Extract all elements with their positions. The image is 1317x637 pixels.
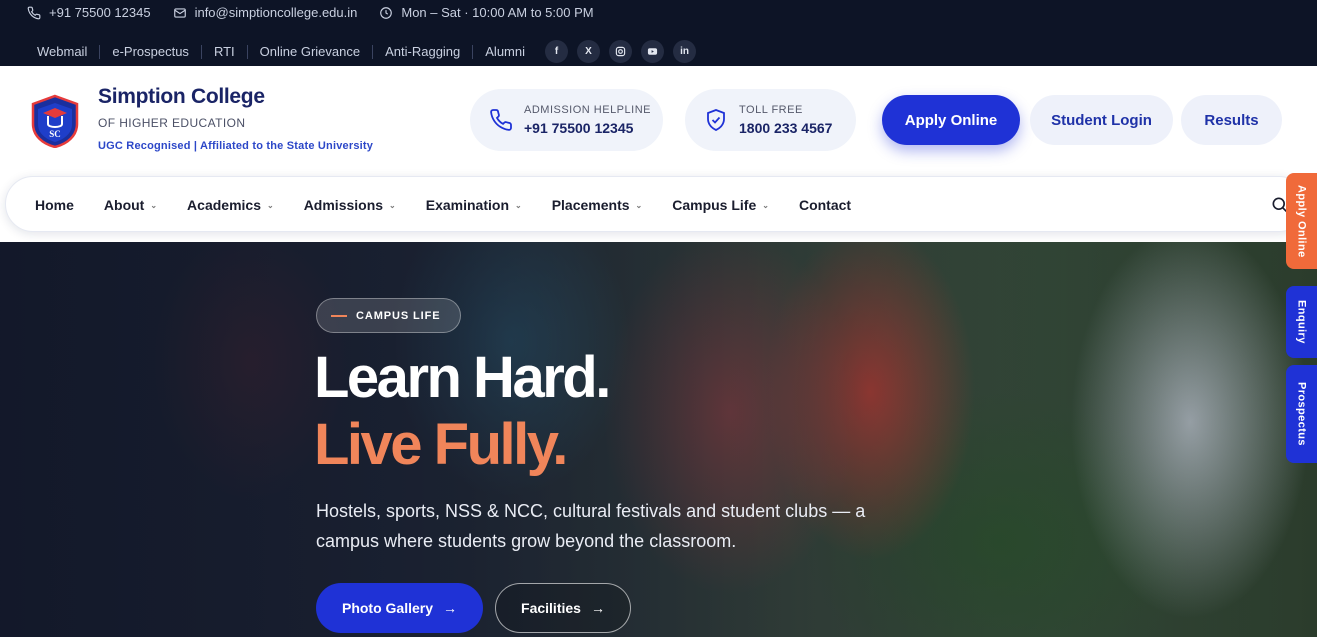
chevron-down-icon: ⌄ — [635, 200, 643, 210]
nav-campus-life-label: Campus Life — [672, 197, 757, 213]
link-rti[interactable]: RTI — [202, 44, 248, 59]
college-name[interactable]: Simption College — [98, 85, 265, 109]
link-e-prospectus[interactable]: e-Prospectus — [100, 44, 202, 59]
clock-icon — [380, 6, 393, 19]
nav-academics-label: Academics — [187, 197, 261, 213]
topbar-phone-text: +91 75500 12345 — [49, 5, 151, 20]
nav-examination[interactable]: Examination ⌄ — [426, 197, 522, 213]
student-login-button[interactable]: Student Login — [1030, 95, 1173, 145]
phone-icon — [484, 108, 518, 132]
hero-headline-accent: Live Fully. — [314, 412, 568, 477]
chevron-down-icon: ⌄ — [150, 200, 158, 210]
toll-free[interactable]: TOLL FREE 1800 233 4567 — [685, 89, 856, 151]
logo-letters: SC — [49, 129, 61, 139]
photo-gallery-button[interactable]: Photo Gallery → — [316, 583, 483, 633]
hero-badge-text: CAMPUS LIFE — [356, 309, 441, 322]
nav-placements[interactable]: Placements ⌄ — [552, 197, 643, 213]
side-tab-enquiry[interactable]: Enquiry — [1286, 286, 1317, 358]
linkedin-icon[interactable]: in — [673, 40, 697, 63]
chevron-down-icon: ⌄ — [762, 200, 769, 210]
nav-placements-label: Placements — [551, 197, 630, 213]
link-alumni[interactable]: Alumni — [473, 44, 537, 59]
site-header: SC Simption College OF HIGHER EDUCATION … — [0, 66, 1317, 176]
side-tab-apply-label: Apply Online — [1295, 184, 1308, 258]
nav-about-label: About — [103, 197, 145, 213]
helpline-label: ADMISSION HELPLINE — [524, 104, 651, 116]
topbar-email-text: info@simptioncollege.edu.in — [194, 5, 358, 20]
link-anti-ragging[interactable]: Anti-Ragging — [373, 44, 474, 59]
hero-badge: CAMPUS LIFE — [316, 298, 461, 333]
mail-icon — [173, 7, 186, 18]
hero-description: Hostels, sports, NSS & NCC, cultural fes… — [316, 501, 866, 551]
facebook-icon[interactable]: f — [545, 40, 569, 63]
shield-icon — [699, 108, 733, 132]
facilities-button[interactable]: Facilities → — [495, 583, 631, 633]
side-tab-apply-online[interactable]: Apply Online — [1286, 173, 1317, 269]
photo-gallery-label: Photo Gallery — [341, 600, 434, 616]
youtube-icon[interactable] — [641, 40, 665, 63]
nav-contact-label: Contact — [798, 197, 852, 213]
contact-strip: +91 75500 12345 info@simptioncollege.edu… — [27, 5, 594, 20]
accreditation-tagline: UGC Recognised | Affiliated to the State… — [98, 140, 374, 152]
apply-online-button[interactable]: Apply Online — [882, 95, 1020, 145]
nav-about[interactable]: About ⌄ — [104, 197, 157, 213]
phone-icon — [27, 6, 41, 19]
hero-headline-primary: Learn Hard. — [314, 345, 611, 410]
results-button[interactable]: Results — [1181, 95, 1282, 145]
nav-contact[interactable]: Contact — [799, 197, 851, 213]
nav-admissions[interactable]: Admissions ⌄ — [304, 197, 396, 213]
hero-overlay — [0, 242, 1317, 637]
admission-helpline[interactable]: ADMISSION HELPLINE +91 75500 12345 — [470, 89, 663, 151]
chevron-down-icon: ⌄ — [389, 200, 396, 210]
nav-home-label: Home — [35, 197, 74, 213]
nav-academics[interactable]: Academics ⌄ — [187, 197, 274, 213]
chevron-down-icon: ⌄ — [266, 200, 274, 210]
college-subtitle: OF HIGHER EDUCATION — [98, 116, 246, 130]
side-tab-prospectus-label: Prospectus — [1295, 382, 1308, 446]
social-links: f X in — [545, 40, 697, 63]
quick-links: Webmail e-Prospectus RTI Online Grievanc… — [37, 40, 697, 63]
nav-campus-life[interactable]: Campus Life ⌄ — [672, 197, 769, 213]
chevron-down-icon: ⌄ — [515, 200, 522, 210]
link-online-grievance[interactable]: Online Grievance — [248, 44, 374, 59]
side-tab-prospectus[interactable]: Prospectus — [1286, 365, 1317, 463]
topbar-phone[interactable]: +91 75500 12345 — [27, 5, 151, 20]
top-info-bar: +91 75500 12345 info@simptioncollege.edu… — [0, 0, 1317, 66]
facilities-label: Facilities — [521, 600, 581, 616]
link-webmail[interactable]: Webmail — [37, 44, 101, 59]
tollfree-label: TOLL FREE — [739, 104, 803, 116]
arrow-right-icon: → — [590, 600, 605, 616]
main-nav: Home About ⌄ Academics ⌄ Admissions ⌄ Exami… — [5, 176, 1307, 232]
x-icon[interactable]: X — [577, 40, 601, 63]
topbar-hours-text: Mon – Sat · 10:00 AM to 5:00 PM — [401, 5, 594, 20]
side-tab-enquiry-label: Enquiry — [1295, 300, 1308, 344]
tollfree-number: 1800 233 4567 — [739, 120, 833, 136]
hero-banner: CAMPUS LIFE Learn Hard. Live Fully. Host… — [0, 242, 1317, 637]
instagram-icon[interactable] — [609, 40, 633, 63]
nav-examination-label: Examination — [425, 197, 509, 213]
nav-admissions-label: Admissions — [303, 197, 384, 213]
college-logo[interactable]: SC — [30, 94, 80, 148]
badge-dash — [331, 314, 347, 317]
topbar-hours: Mon – Sat · 10:00 AM to 5:00 PM — [379, 5, 594, 20]
arrow-right-icon: → — [443, 600, 458, 616]
nav-home[interactable]: Home — [35, 197, 74, 213]
topbar-email[interactable]: info@simptioncollege.edu.in — [173, 5, 358, 20]
helpline-number: +91 75500 12345 — [524, 120, 634, 136]
